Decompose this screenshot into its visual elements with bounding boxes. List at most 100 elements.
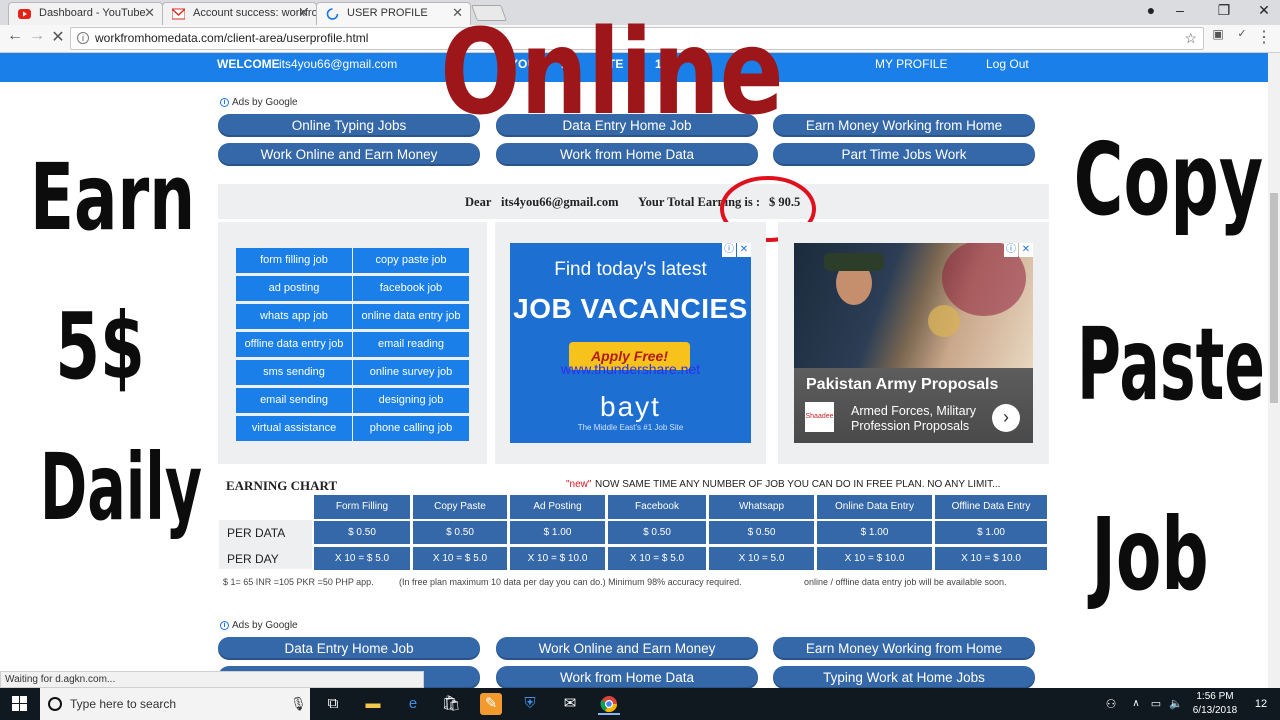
people-icon[interactable]: ⚇	[1100, 693, 1122, 715]
job-button[interactable]: email reading	[353, 332, 469, 357]
menu-icon[interactable]: ⋮	[1254, 27, 1274, 47]
job-button[interactable]: whats app job	[236, 304, 352, 329]
forward-icon[interactable]: →	[27, 27, 47, 45]
mail-icon[interactable]: ✉	[559, 693, 581, 715]
job-vacancies-ad[interactable]: Find today's latest JOB VACANCIES Apply …	[510, 243, 751, 443]
ads-by-google[interactable]: i Ads by Google	[220, 97, 298, 108]
column-header: Form Filling	[314, 495, 410, 519]
overlay-online-text: Online	[440, 3, 784, 141]
ad-link[interactable]: Work Online and Earn Money	[218, 143, 480, 166]
stop-icon[interactable]: ✕	[48, 27, 68, 47]
task-view-icon[interactable]: ⧉	[322, 693, 344, 715]
table-cell: $ 1.00	[817, 521, 932, 544]
file-explorer-icon[interactable]: ▬	[362, 693, 384, 715]
ad-info-icon: i	[220, 620, 229, 630]
tray-up-icon[interactable]: ∧	[1125, 693, 1147, 715]
job-button[interactable]: email sending	[236, 388, 352, 413]
ad-link[interactable]: Data Entry Home Job	[218, 637, 480, 660]
maximize-icon[interactable]: ❐	[1209, 2, 1239, 19]
chrome-icon[interactable]	[598, 693, 620, 715]
window-close-icon[interactable]: ✕	[1249, 2, 1279, 19]
ad-photo	[794, 243, 1033, 368]
url-text: workfromhomedata.com/client-area/userpro…	[95, 31, 369, 45]
job-button[interactable]: phone calling job	[353, 416, 469, 441]
chevron-right-icon[interactable]: ›	[992, 404, 1020, 432]
taskbar-search-box[interactable]: Type here to search 🎙	[40, 688, 310, 720]
ads-by-google[interactable]: i Ads by Google	[220, 620, 298, 631]
ad-link[interactable]: Work from Home Data	[496, 666, 758, 689]
job-button[interactable]: online survey job	[353, 360, 469, 385]
close-icon[interactable]: ✕	[298, 3, 309, 23]
row-label: PER DAY	[227, 552, 279, 566]
overlay-left-text: Daily	[39, 434, 203, 541]
job-button[interactable]: form filling job	[236, 248, 352, 273]
table-cell: X 10 = $ 10.0	[817, 547, 932, 570]
network-icon[interactable]: ▭	[1145, 693, 1167, 715]
footnote: $ 1= 65 INR =105 PKR =50 PHP app.	[223, 577, 374, 587]
pakistan-army-ad[interactable]: Pakistan Army Proposals Shaadee Armed Fo…	[794, 243, 1033, 443]
job-button[interactable]: offline data entry job	[236, 332, 352, 357]
notification-icon[interactable]: 12	[1250, 693, 1272, 715]
overlay-right-text: Job	[1091, 496, 1209, 613]
row-label: PER DATA	[227, 526, 286, 540]
tab-youtube[interactable]: Dashboard - YouTube ✕	[8, 2, 163, 25]
minimize-icon[interactable]: –	[1165, 2, 1195, 18]
job-button[interactable]: virtual assistance	[236, 416, 352, 441]
table-cell: X 10 = 5.0	[709, 547, 814, 570]
overlay-right-text: Copy	[1073, 121, 1264, 238]
browser-status-bar: Waiting for d.agkn.com...	[0, 671, 424, 688]
edge-browser-icon[interactable]: e	[402, 693, 424, 715]
ad-choices-icon[interactable]: ⓘ	[1004, 243, 1018, 257]
job-button[interactable]: ad posting	[236, 276, 352, 301]
table-cell: X 10 = $ 5.0	[314, 547, 410, 570]
microphone-icon[interactable]: 🎙	[290, 688, 307, 720]
ad-link[interactable]: Earn Money Working from Home	[773, 114, 1035, 137]
windows-start-icon[interactable]	[9, 693, 31, 715]
overlay-right-text: Paste	[1077, 306, 1265, 423]
ad-close-icon[interactable]: ✕	[737, 243, 751, 257]
overlay-left-text: 5$	[55, 293, 145, 400]
column-header: Online Data Entry	[817, 495, 932, 519]
job-button[interactable]: copy paste job	[353, 248, 469, 273]
app-icon[interactable]: ✎	[480, 693, 502, 715]
extension-icon[interactable]: ✓	[1232, 27, 1252, 40]
column-header: Copy Paste	[413, 495, 507, 519]
job-button[interactable]: online data entry job	[353, 304, 469, 329]
ad-choices-icon[interactable]: ⓘ	[722, 243, 736, 257]
earning-chart-title: EARNING CHART	[226, 478, 338, 493]
table-cell: X 10 = $ 10.0	[510, 547, 605, 570]
table-cell: $ 0.50	[413, 521, 507, 544]
windows-taskbar: Type here to search 🎙 ⧉ ▬ e 🛍 ✎ ⛨ ✉ ⚇ ∧ …	[0, 688, 1280, 720]
earning-notice: NOW SAME TIME ANY NUMBER OF JOB YOU CAN …	[595, 479, 1001, 490]
new-tag: "new"	[566, 479, 592, 490]
volume-icon[interactable]: 🔈	[1165, 693, 1187, 715]
ad-link[interactable]: Typing Work at Home Jobs	[773, 666, 1035, 689]
page-scrollbar[interactable]	[1268, 53, 1280, 688]
extension-icon[interactable]: ▣	[1208, 27, 1228, 41]
profile-icon[interactable]: ●	[1136, 2, 1166, 18]
ad-link[interactable]: Work from Home Data	[496, 143, 758, 166]
ad-info-icon: i	[220, 97, 229, 107]
security-shield-icon[interactable]: ⛨	[519, 693, 541, 715]
bookmark-star-icon[interactable]: ☆	[1184, 28, 1197, 49]
close-icon[interactable]: ✕	[144, 3, 155, 23]
my-profile-link[interactable]: MY PROFILE	[875, 57, 947, 71]
clock-time: 1:56 PM	[1196, 691, 1234, 702]
taskbar-clock[interactable]: 1:56 PM 6/13/2018	[1185, 690, 1245, 718]
ad-subtitle: Armed Forces, Military Profession Propos…	[851, 404, 977, 433]
column-header: Offline Data Entry	[935, 495, 1047, 519]
ad-close-icon[interactable]: ✕	[1019, 243, 1033, 257]
info-icon[interactable]: i	[77, 32, 89, 44]
job-button[interactable]: facebook job	[353, 276, 469, 301]
job-button[interactable]: designing job	[353, 388, 469, 413]
job-button[interactable]: sms sending	[236, 360, 352, 385]
ad-link[interactable]: Earn Money Working from Home	[773, 637, 1035, 660]
ad-link[interactable]: Part Time Jobs Work	[773, 143, 1035, 166]
store-icon[interactable]: 🛍	[440, 693, 462, 715]
ad-headline: Find today's latest	[554, 259, 707, 280]
back-icon[interactable]: ←	[5, 27, 25, 45]
ad-link[interactable]: Work Online and Earn Money	[496, 637, 758, 660]
tab-gmail[interactable]: Account success: workfro ✕	[162, 2, 317, 25]
scroll-thumb[interactable]	[1270, 193, 1278, 403]
logout-link[interactable]: Log Out	[986, 57, 1029, 71]
